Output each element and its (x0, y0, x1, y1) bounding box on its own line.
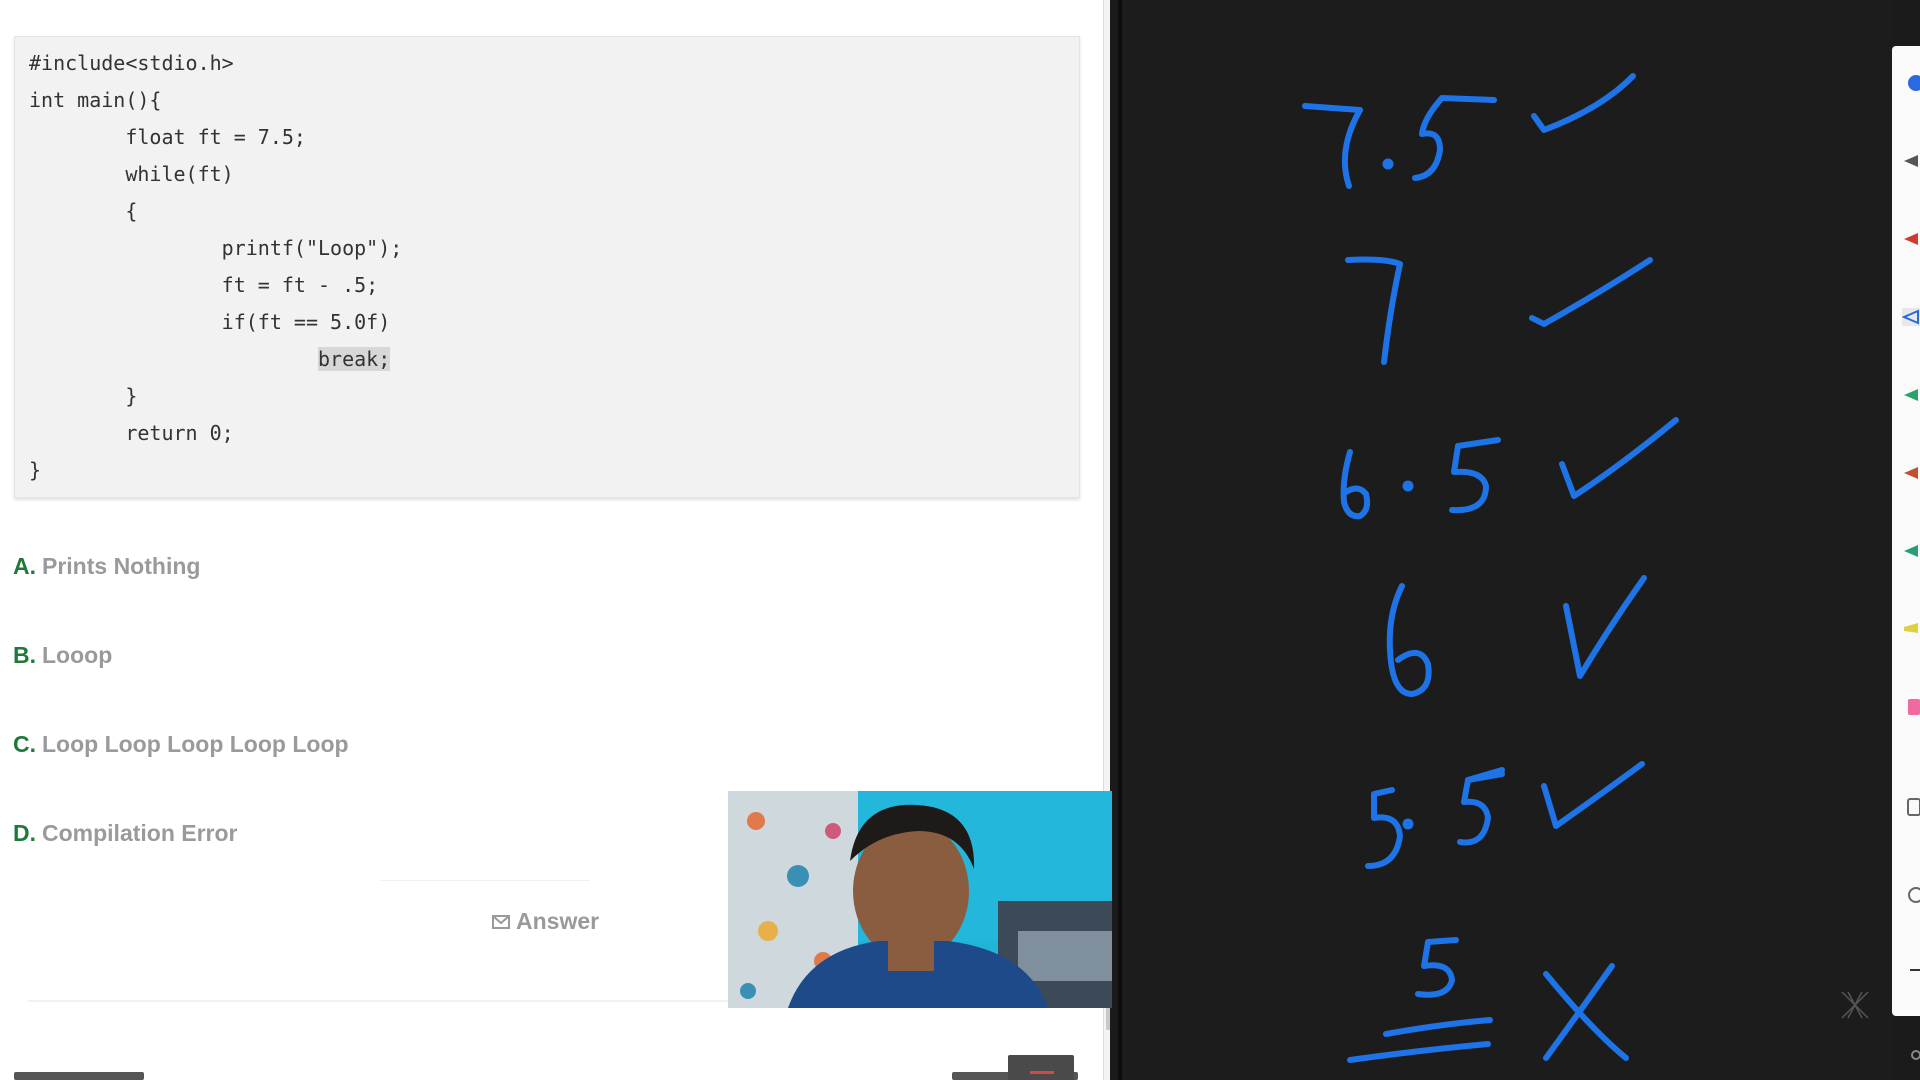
code-block: #include<stdio.h> int main(){ float ft = … (14, 36, 1080, 498)
handwritten-5-5 (1365, 767, 1505, 869)
bottom-tab[interactable] (1008, 1055, 1074, 1080)
option-a[interactable]: A. Prints Nothing (13, 553, 200, 580)
shape-circle-tool[interactable] (1902, 886, 1920, 904)
option-b[interactable]: B. Looop (13, 642, 112, 669)
code-line: { (29, 199, 138, 223)
highlighted-code: break; (317, 347, 391, 371)
code-line: } (29, 384, 138, 408)
code-line: ft = ft - .5; (29, 273, 379, 297)
option-letter: B. (13, 642, 36, 668)
pen-gray-tool[interactable] (1902, 152, 1920, 170)
eraser-tool[interactable] (1902, 698, 1920, 716)
check-mark-icon (1559, 417, 1679, 499)
mail-icon (492, 915, 510, 929)
option-text: Prints Nothing (42, 553, 201, 579)
code-line: printf("Loop"); (29, 236, 403, 260)
x-logo-icon (1838, 988, 1872, 1030)
check-mark-icon (1531, 73, 1636, 133)
select-tool[interactable] (1902, 798, 1920, 816)
code-line: if(ft == 5.0f) (29, 310, 391, 334)
code-line: while(ft) (29, 162, 234, 186)
handwritten-6-5 (1340, 437, 1501, 520)
option-text: Looop (42, 642, 113, 668)
color-blue-tool[interactable] (1902, 74, 1920, 92)
option-text: Loop Loop Loop Loop Loop (42, 731, 349, 757)
webcam-image (728, 791, 1112, 1008)
whiteboard-canvas (1302, 73, 1679, 1063)
code-text: #include<stdio.h> int main(){ float ft = … (15, 37, 1079, 489)
code-line-break: break; (29, 341, 1079, 378)
tab-accent (1030, 1071, 1054, 1074)
highlighter-yellow-tool[interactable] (1902, 620, 1920, 638)
handwritten-7 (1345, 256, 1403, 365)
pen-red-tool[interactable] (1902, 230, 1920, 248)
check-mark-icon (1541, 761, 1645, 829)
option-c[interactable]: C. Loop Loop Loop Loop Loop (13, 731, 349, 758)
webcam-video (728, 791, 1112, 1008)
handwritten-5-underlined (1347, 937, 1493, 1063)
code-line: #include<stdio.h> (29, 51, 234, 75)
cross-mark-icon (1543, 963, 1629, 1061)
text-tool[interactable] (1902, 962, 1920, 980)
option-d[interactable]: D. Compilation Error (13, 820, 238, 847)
option-letter: C. (13, 731, 36, 757)
settings-tool[interactable] (1902, 1046, 1920, 1064)
divider (380, 880, 590, 881)
handwritten-6 (1386, 583, 1432, 697)
code-line: int main(){ (29, 88, 162, 112)
option-text: Compilation Error (42, 820, 238, 846)
check-mark-icon (1529, 257, 1653, 327)
handwritten-7-5 (1302, 95, 1497, 189)
option-letter: D. (13, 820, 36, 846)
bottom-button[interactable] (14, 1072, 144, 1080)
pen-orange-tool[interactable] (1902, 464, 1920, 482)
answer-button[interactable]: Answer (492, 908, 599, 935)
ink-strokes (1302, 73, 1679, 1063)
pen-teal-tool[interactable] (1902, 542, 1920, 560)
option-letter: A. (13, 553, 36, 579)
code-line: return 0; (29, 421, 234, 445)
check-mark-icon (1563, 575, 1647, 679)
whiteboard[interactable] (1122, 0, 1892, 1080)
tool-palette (1892, 46, 1920, 1060)
pen-blue-tool[interactable] (1901, 308, 1920, 326)
code-line: float ft = 7.5; (29, 125, 306, 149)
pen-green-tool[interactable] (1902, 386, 1920, 404)
code-line: } (29, 458, 42, 482)
answer-label: Answer (516, 908, 600, 934)
